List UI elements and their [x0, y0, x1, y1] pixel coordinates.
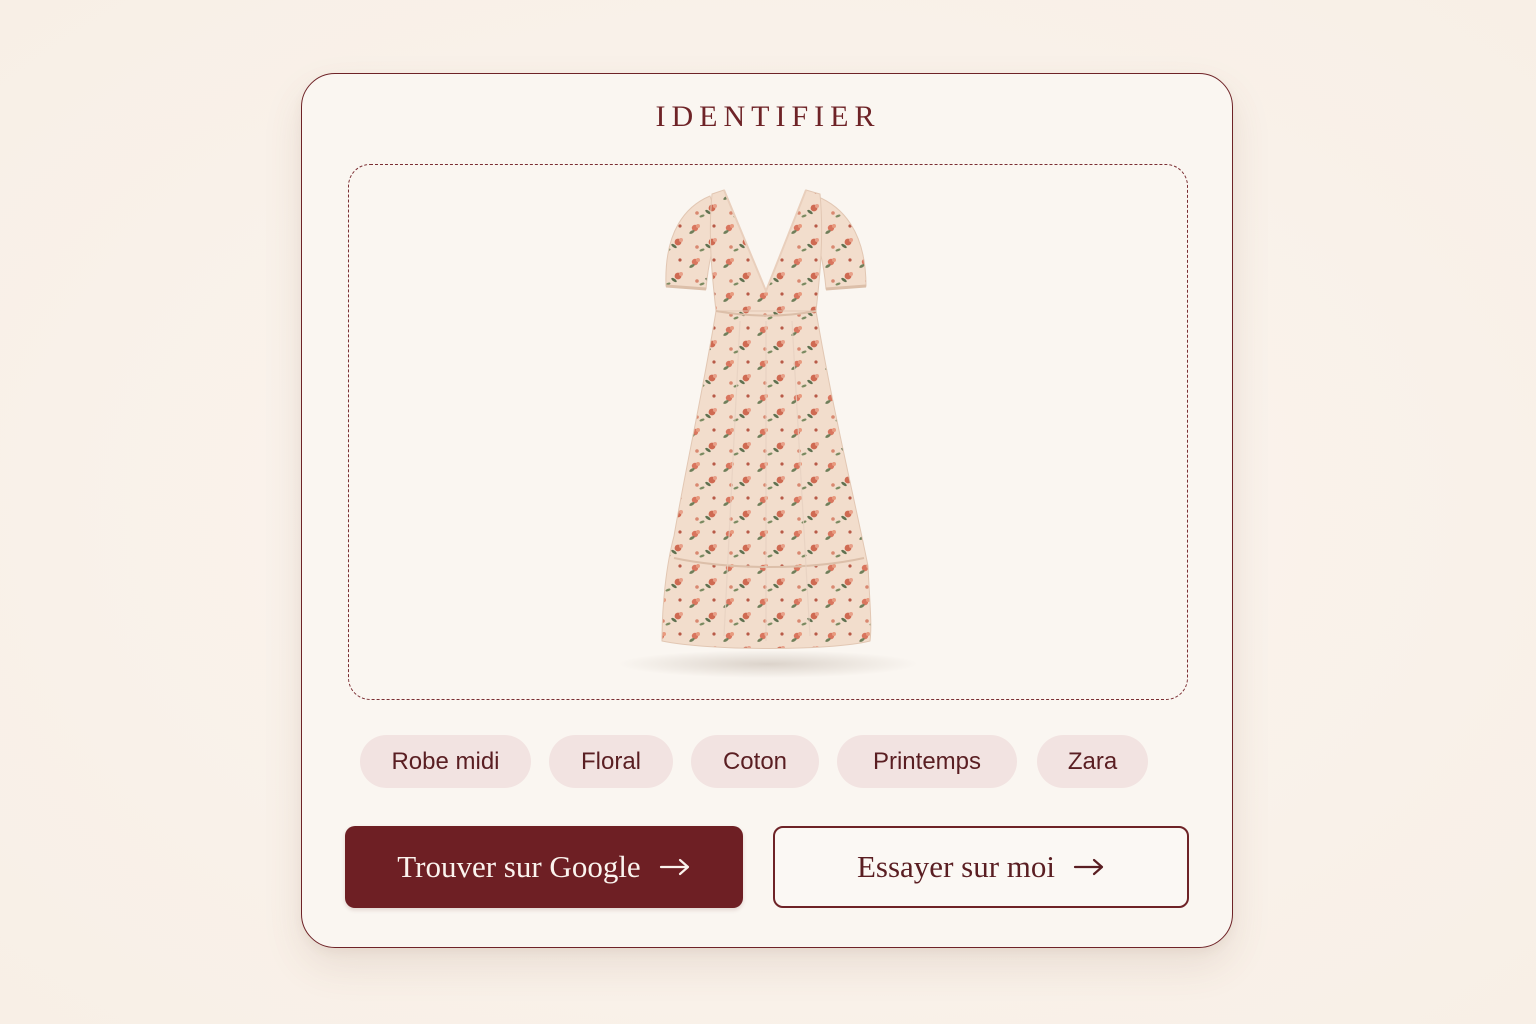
page: IDENTIFIER Robe midi Floral Coton Printe… — [0, 0, 1536, 1024]
tag-chip[interactable]: Robe midi — [360, 735, 531, 788]
tag-chip[interactable]: Printemps — [837, 735, 1017, 788]
tag-chip[interactable]: Coton — [691, 735, 819, 788]
card-title: IDENTIFIER — [655, 100, 881, 133]
arrow-right-icon — [659, 858, 689, 876]
find-on-google-label: Trouver sur Google — [397, 849, 641, 884]
try-on-me-label: Essayer sur moi — [856, 849, 1056, 884]
tag-chip[interactable]: Zara — [1037, 735, 1148, 788]
try-on-me-button[interactable]: Essayer sur moi — [773, 826, 1189, 908]
tag-chip[interactable]: Floral — [549, 735, 673, 788]
find-on-google-button[interactable]: Trouver sur Google — [345, 826, 743, 908]
arrow-right-icon — [1073, 858, 1104, 876]
dress-image — [620, 186, 920, 686]
